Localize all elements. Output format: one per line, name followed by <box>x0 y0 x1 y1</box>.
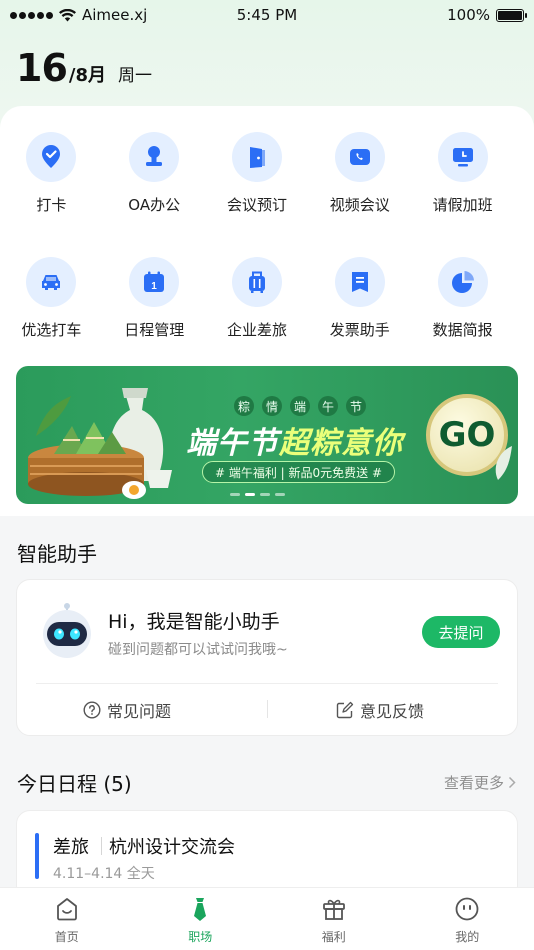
tab-bar: 首页 职场 福利 我的 <box>0 887 534 950</box>
app-label: 请假加班 <box>432 196 493 214</box>
tab-home[interactable]: 首页 <box>0 888 134 950</box>
invoice-icon <box>334 257 385 307</box>
app-label: 发票助手 <box>329 321 390 339</box>
banner-subtitle-char: 粽 <box>234 396 254 416</box>
ask-question-button[interactable]: 去提问 <box>422 616 500 648</box>
banner-title-part-a: 端午节 <box>186 426 279 461</box>
divider <box>36 683 498 684</box>
feedback-link[interactable]: 意见反馈 <box>336 698 424 722</box>
stamp-icon <box>129 132 180 182</box>
app-label: 优选打车 <box>21 321 82 339</box>
app-taxi[interactable]: 优选打车 <box>0 257 103 340</box>
pager-dot <box>260 493 270 496</box>
schedule-section-title: 今日日程 (5) <box>17 772 132 796</box>
luggage-icon <box>231 257 282 307</box>
app-leave-overtime[interactable]: 请假加班 <box>411 132 514 215</box>
smiley-icon <box>455 897 479 921</box>
tab-label: 福利 <box>321 930 346 944</box>
tab-label: 职场 <box>188 930 213 944</box>
tab-benefits[interactable]: 福利 <box>267 888 401 950</box>
tab-workplace[interactable]: 职场 <box>134 888 268 950</box>
faq-link[interactable]: 常见问题 <box>83 698 171 722</box>
app-label: 打卡 <box>36 196 67 214</box>
bamboo-leaf-icon <box>495 446 512 480</box>
pie-chart-icon <box>437 257 488 307</box>
car-icon <box>26 257 77 307</box>
home-icon <box>56 898 77 921</box>
battery-icon <box>496 8 527 22</box>
app-label: OA办公 <box>128 196 181 214</box>
schedule-date: 4.11–4.14 全天 <box>53 866 155 882</box>
see-more-label: 查看更多 <box>443 774 504 792</box>
app-label: 日程管理 <box>124 321 185 339</box>
banner-title-part-b: 超粽意你 <box>279 426 403 461</box>
monitor-icon <box>437 132 488 182</box>
app-video-meeting[interactable]: 视频会议 <box>308 132 411 215</box>
schedule-title: 杭州设计交流会 <box>109 837 235 858</box>
calendar-icon: 1 <box>129 257 180 307</box>
date-day: 16 <box>16 46 68 90</box>
battery-percent: 100% <box>447 6 490 24</box>
app-checkin[interactable]: 打卡 <box>0 132 103 215</box>
app-meeting-booking[interactable]: 会议预订 <box>206 132 309 215</box>
question-circle-icon <box>83 701 101 719</box>
pager-dot-active <box>245 493 255 496</box>
status-bar: Aimee.xj 5:45 PM 100% <box>0 0 534 30</box>
svg-text:1: 1 <box>151 281 157 292</box>
tab-label: 我的 <box>455 930 480 944</box>
edit-icon <box>336 701 354 719</box>
app-invoice[interactable]: 发票助手 <box>308 257 411 340</box>
app-label: 会议预订 <box>226 196 287 214</box>
banner-tag: # 端午福利 | 新品0元免费送 # <box>202 461 396 483</box>
video-call-icon <box>334 132 385 182</box>
assistant-subtitle: 碰到问题都可以试试问我哦~ <box>108 642 288 658</box>
pager-dot <box>275 493 285 496</box>
assistant-section-title: 智能助手 <box>17 542 97 566</box>
door-icon <box>231 132 282 182</box>
app-label: 企业差旅 <box>226 321 287 339</box>
date-header: 16 /8月 周一 <box>16 46 152 90</box>
banner-title: 端午节超粽意你 <box>186 418 403 462</box>
banner-subtitle: 粽 情 端 午 节 <box>234 396 366 416</box>
robot-avatar-icon <box>43 603 91 658</box>
banner-pager <box>230 493 285 496</box>
check-location-icon <box>26 132 77 182</box>
app-label: 视频会议 <box>329 196 390 214</box>
banner-subtitle-char: 端 <box>290 396 310 416</box>
app-oa[interactable]: OA办公 <box>103 132 206 215</box>
dragon-boat-banner[interactable]: 粽 情 端 午 节 端午节超粽意你 # 端午福利 | 新品0元免费送 # GO <box>16 366 518 504</box>
date-month: /8月 <box>68 65 106 86</box>
date-weekday: 周一 <box>118 66 152 86</box>
assistant-card: Hi，我是智能小助手 碰到问题都可以试试问我哦~ 去提问 常见问题 意见反馈 <box>16 579 518 736</box>
assistant-greeting: Hi，我是智能小助手 <box>108 611 280 633</box>
tie-icon <box>194 898 207 921</box>
status-right: 100% <box>447 6 527 24</box>
divider <box>101 837 102 855</box>
banner-subtitle-char: 午 <box>318 396 338 416</box>
app-schedule[interactable]: 1 日程管理 <box>103 257 206 340</box>
banner-subtitle-char: 情 <box>262 396 282 416</box>
pager-dot <box>230 493 240 496</box>
app-business-travel[interactable]: 企业差旅 <box>206 257 309 340</box>
divider <box>267 700 268 718</box>
tab-label: 首页 <box>54 930 79 944</box>
app-label: 数据简报 <box>432 321 493 339</box>
app-data-report[interactable]: 数据简报 <box>411 257 514 340</box>
app-grid: 打卡 OA办公 会议预订 视频会议 请假加班 优选打车 1 日程管理 企业差旅 … <box>0 132 534 340</box>
see-more-link[interactable]: 查看更多 <box>444 772 516 793</box>
gift-icon <box>322 899 345 920</box>
banner-subtitle-char: 节 <box>346 396 366 416</box>
chevron-right-icon <box>508 776 516 789</box>
faq-label: 常见问题 <box>107 702 172 721</box>
schedule-color-bar <box>35 833 39 879</box>
tab-mine[interactable]: 我的 <box>401 888 534 950</box>
schedule-type: 差旅 <box>53 837 89 858</box>
feedback-label: 意见反馈 <box>360 702 425 721</box>
